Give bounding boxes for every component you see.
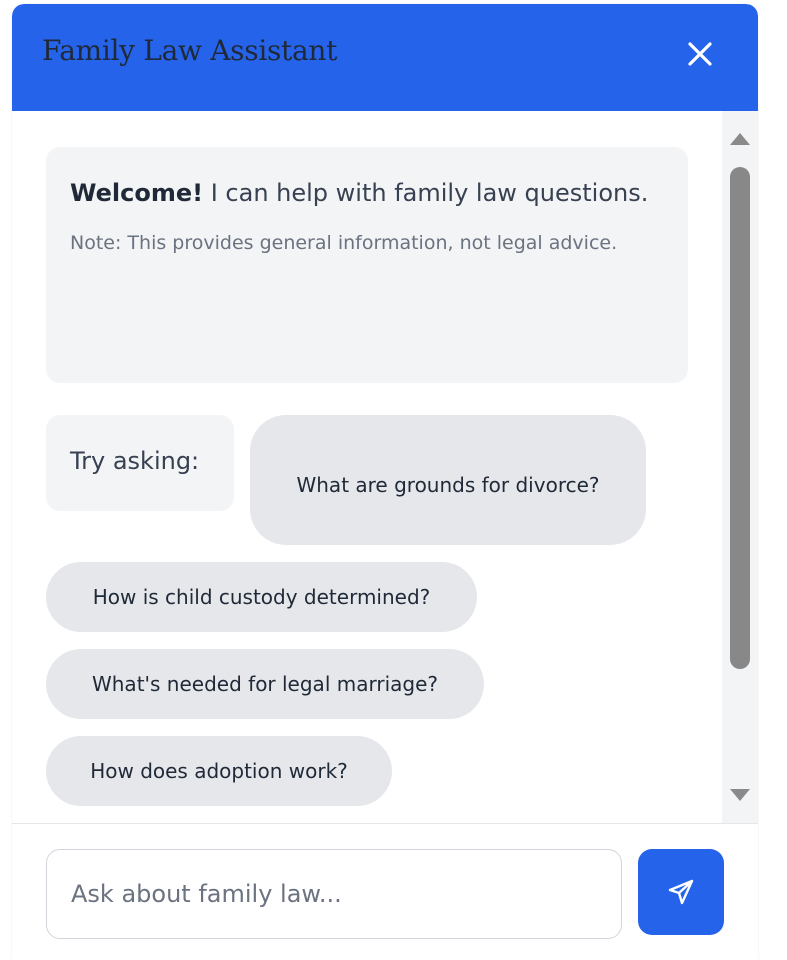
disclaimer-note: Note: This provides general information,… [70, 232, 618, 254]
send-button[interactable] [638, 849, 724, 935]
try-asking-label: Try asking: [46, 415, 234, 511]
chat-panel: Family Law Assistant Welcome! I can help… [12, 4, 758, 960]
close-icon [688, 42, 712, 66]
suggestion-chip[interactable]: How is child custody determined? [46, 562, 477, 632]
welcome-message: Welcome! I can help with family law ques… [46, 147, 688, 383]
message-area[interactable]: Welcome! I can help with family law ques… [12, 111, 758, 823]
chat-title: Family Law Assistant [42, 34, 338, 67]
suggestion-chip[interactable]: How does adoption work? [46, 736, 392, 806]
close-button[interactable] [678, 32, 722, 76]
scroll-down-arrow-icon[interactable] [730, 789, 750, 801]
scrollbar-thumb[interactable] [730, 167, 750, 669]
input-divider [12, 823, 758, 824]
message-input-box[interactable] [46, 849, 622, 939]
welcome-text: I can help with family law questions. [203, 179, 649, 207]
suggestion-chip[interactable]: What's needed for legal marriage? [46, 649, 484, 719]
scroll-up-arrow-icon[interactable] [730, 133, 750, 145]
send-icon [668, 879, 694, 905]
suggestion-chip[interactable]: What are grounds for divorce? [250, 415, 646, 545]
welcome-bold: Welcome! [70, 179, 204, 207]
chat-header: Family Law Assistant [12, 4, 758, 111]
message-input[interactable] [71, 880, 597, 908]
